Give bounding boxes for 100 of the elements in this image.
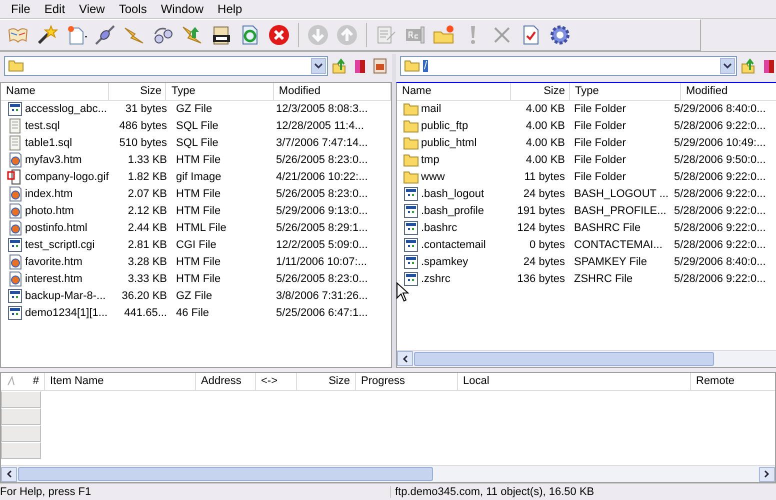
bookmark-icon[interactable] bbox=[352, 58, 368, 74]
column-header[interactable]: Remote bbox=[691, 372, 775, 390]
file-row[interactable]: public_html 4.00 KB File Folder 5/29/2006 10:49:... bbox=[397, 134, 776, 152]
file-modified: 5/29/2006 9:13:0... bbox=[275, 205, 369, 218]
column-header[interactable]: Local bbox=[458, 372, 691, 390]
file-icon bbox=[7, 288, 23, 304]
scroll-left-button[interactable] bbox=[397, 351, 413, 366]
file-row[interactable]: tmp 4.00 KB File Folder 5/28/2006 9:50:0... bbox=[397, 152, 776, 169]
file-type: File Folder bbox=[573, 103, 627, 116]
file-icon bbox=[7, 305, 23, 322]
file-modified: 5/28/2006 9:22:0... bbox=[673, 239, 767, 252]
file-type: GZ File bbox=[175, 290, 214, 302]
column-header[interactable]: Progress bbox=[356, 372, 458, 390]
row-header[interactable] bbox=[1, 408, 41, 425]
column-header[interactable]: Item Name bbox=[45, 372, 196, 390]
file-name: www bbox=[421, 171, 445, 184]
file-modified: 5/26/2005 8:23:0... bbox=[275, 273, 369, 286]
file-row[interactable]: .zshrc 136 bytes ZSHRC File 5/28/2006 9:22:0... bbox=[397, 270, 776, 288]
file-modified: 1/11/2006 10:07:... bbox=[275, 256, 368, 268]
file-type: gif Image bbox=[175, 171, 222, 184]
scroll-right-button[interactable] bbox=[759, 466, 775, 482]
file-modified: 3/8/2006 7:31:26... bbox=[275, 290, 369, 302]
column-header[interactable]: # bbox=[21, 372, 45, 390]
parent-folder-icon[interactable] bbox=[332, 58, 348, 74]
folder-icon bbox=[403, 169, 419, 186]
row-header[interactable] bbox=[1, 390, 41, 408]
column-header[interactable]: Name bbox=[397, 82, 511, 100]
status-help-text: For Help, press F1 bbox=[0, 486, 92, 498]
file-row[interactable]: .bash_logout 24 bytes BASH_LOGOUT ... 5/28/2006 9:22:0... bbox=[397, 186, 776, 203]
file-type: ZSHRC File bbox=[573, 273, 634, 286]
file-row[interactable]: .bash_profile 191 bytes BASH_PROFILE... 5/28/2006 9:22:0... bbox=[397, 202, 776, 220]
menu-item[interactable]: Window bbox=[154, 2, 211, 16]
file-row[interactable]: table1.sql 510 bytes SQL File 3/7/2006 7:47:14... bbox=[1, 134, 391, 152]
menu-item[interactable]: Tools bbox=[112, 2, 154, 16]
menu-item[interactable]: File bbox=[4, 2, 38, 16]
row-header[interactable] bbox=[1, 442, 41, 459]
file-row[interactable]: test.sql 486 bytes SQL File 12/28/2005 11:4... bbox=[1, 118, 391, 135]
file-type: 46 File bbox=[175, 307, 210, 320]
horizontal-scrollbar[interactable] bbox=[397, 350, 776, 367]
column-header[interactable]: Size bbox=[297, 372, 356, 390]
menu-item[interactable]: View bbox=[72, 2, 112, 16]
file-type: HTM File bbox=[175, 256, 222, 268]
web-page-icon bbox=[7, 220, 23, 236]
file-size: 24 bytes bbox=[522, 256, 566, 268]
column-header[interactable]: <-> bbox=[256, 372, 297, 390]
column-header[interactable]: Size bbox=[511, 82, 570, 100]
file-row[interactable]: www 11 bytes File Folder 5/28/2006 9:22:0... bbox=[397, 168, 776, 186]
column-header[interactable]: Name bbox=[1, 82, 110, 100]
file-type: BASH_PROFILE... bbox=[573, 205, 668, 218]
file-row[interactable]: interest.htm 3.33 KB HTM File 5/26/2005 8:23:0... bbox=[1, 270, 391, 288]
file-type: SQL File bbox=[175, 137, 220, 150]
view-icon[interactable] bbox=[372, 58, 388, 74]
parent-folder-icon[interactable] bbox=[741, 58, 757, 74]
file-row[interactable]: public_ftp 4.00 KB File Folder 5/28/2006 9:22:0... bbox=[397, 118, 776, 135]
file-modified: 4/21/2006 10:22:... bbox=[275, 171, 369, 184]
dropdown-button[interactable] bbox=[720, 58, 735, 74]
file-modified: 3/7/2006 7:47:14... bbox=[275, 137, 369, 150]
file-modified: 5/26/2005 8:23:0... bbox=[275, 188, 369, 200]
menu-item[interactable]: Edit bbox=[37, 2, 72, 16]
column-header[interactable]: Address bbox=[196, 372, 256, 390]
file-modified: 12/3/2005 8:08:3... bbox=[275, 103, 369, 116]
image-file-icon bbox=[7, 169, 23, 186]
file-row[interactable]: postinfo.html 2.44 KB HTML File 5/26/2005 8:29:1... bbox=[1, 220, 391, 237]
file-row[interactable]: accesslog_abc... 31 bytes GZ File 12/3/2005 8:08:3... bbox=[1, 100, 391, 118]
sort-icon[interactable] bbox=[6, 376, 16, 386]
file-name: company-logo.gif bbox=[25, 171, 109, 184]
file-row[interactable]: backup-Mar-8-... 36.20 KB GZ File 3/8/2006 7:31:26... bbox=[1, 288, 391, 305]
column-header[interactable]: Modified bbox=[274, 82, 391, 100]
column-header[interactable]: Size bbox=[109, 82, 166, 100]
file-row[interactable]: demo1234[1][1... 441.65... 46 File 5/25/2006 6:47:1... bbox=[1, 304, 391, 322]
bookmark-icon[interactable] bbox=[761, 58, 776, 74]
file-row[interactable]: mail 4.00 KB File Folder 5/29/2006 8:40:0... bbox=[397, 100, 776, 118]
file-row[interactable]: photo.htm 2.12 KB HTM File 5/29/2006 9:13:0... bbox=[1, 202, 391, 220]
menu-item[interactable]: Help bbox=[210, 2, 250, 16]
file-row[interactable]: index.htm 2.07 KB HTM File 5/26/2005 8:23:0... bbox=[1, 186, 391, 203]
file-size: 24 bytes bbox=[522, 188, 566, 200]
file-size: 2.44 KB bbox=[126, 222, 168, 234]
file-modified: 5/26/2005 8:23:0... bbox=[275, 154, 369, 166]
column-header[interactable]: Type bbox=[570, 82, 681, 100]
file-row[interactable]: .bashrc 124 bytes BASHRC File 5/28/2006 9:22:0... bbox=[397, 220, 776, 237]
file-modified: 5/26/2005 8:29:1... bbox=[275, 222, 369, 234]
file-row[interactable]: test_scriptl.cgi 2.81 KB CGI File 12/2/2005 5:09:0... bbox=[1, 236, 391, 254]
file-row[interactable]: company-logo.gif 1.82 KB gif Image 4/21/2006 10:22:... bbox=[1, 168, 391, 186]
horizontal-scrollbar[interactable] bbox=[1, 465, 775, 482]
column-header[interactable]: Modified bbox=[681, 82, 776, 100]
file-icon bbox=[403, 237, 419, 254]
dropdown-button[interactable] bbox=[311, 58, 326, 74]
file-row[interactable]: favorite.htm 3.28 KB HTM File 1/11/2006 10:07:... bbox=[1, 254, 391, 271]
file-size: 2.81 KB bbox=[126, 239, 168, 252]
file-name: mail bbox=[421, 103, 442, 116]
row-header[interactable] bbox=[1, 424, 41, 442]
file-row[interactable]: .contactemail 0 bytes CONTACTEMAI... 5/28/2006 9:22:0... bbox=[397, 236, 776, 254]
file-row[interactable]: myfav3.htm 1.33 KB HTM File 5/26/2005 8:23:0... bbox=[1, 152, 391, 169]
file-row[interactable]: .spamkey 24 bytes SPAMKEY File 5/29/2006 8:40:0... bbox=[397, 254, 776, 271]
column-header[interactable]: Type bbox=[166, 82, 274, 100]
file-name: table1.sql bbox=[25, 137, 72, 150]
scroll-left-button[interactable] bbox=[1, 466, 17, 482]
file-name: .bash_profile bbox=[421, 205, 484, 218]
file-size: 0 bytes bbox=[528, 239, 566, 252]
path-combo-box[interactable]: / bbox=[400, 56, 737, 76]
